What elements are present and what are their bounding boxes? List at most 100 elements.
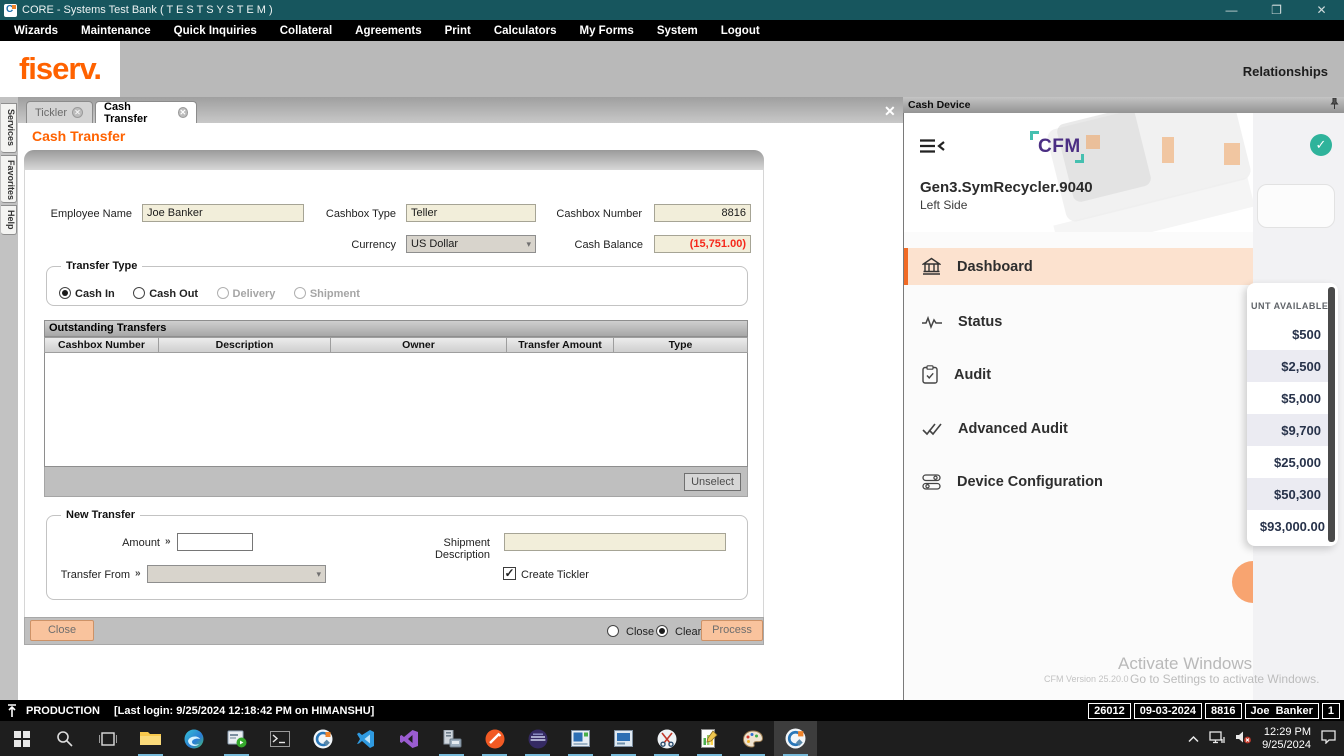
remote-app-icon[interactable] xyxy=(559,721,602,756)
shipment-description-input[interactable] xyxy=(504,533,726,551)
currency-select[interactable]: US Dollar ▾ xyxy=(406,235,536,253)
cashbox-number-field[interactable] xyxy=(654,204,751,222)
create-tickler-checkbox[interactable] xyxy=(503,567,516,580)
activate-windows-watermark-line2: Go to Settings to activate Windows. xyxy=(1130,672,1319,686)
clock-date: 9/25/2024 xyxy=(1262,739,1311,752)
radio-cash-in[interactable] xyxy=(59,287,71,299)
visual-studio-icon[interactable] xyxy=(387,721,430,756)
cashbox-type-label: Cashbox Type xyxy=(320,208,396,220)
oracle-tool-icon[interactable] xyxy=(473,721,516,756)
cash-balance-field[interactable] xyxy=(654,235,751,253)
core-app-active-icon[interactable] xyxy=(774,721,817,756)
tab-cash-transfer[interactable]: Cash Transfer ✕ xyxy=(95,101,197,123)
menu-my-forms[interactable]: My Forms xyxy=(579,25,633,37)
server-manager-icon[interactable] xyxy=(430,721,473,756)
outstanding-transfers-body[interactable] xyxy=(44,353,748,467)
blue-app-icon[interactable] xyxy=(602,721,645,756)
col-transfer-amount[interactable]: Transfer Amount xyxy=(507,337,614,353)
bank-icon xyxy=(922,257,941,276)
radio-close-action-label: Close xyxy=(626,626,654,638)
snipping-tool-icon[interactable] xyxy=(645,721,688,756)
radio-close-action[interactable] xyxy=(607,625,619,637)
menu-collateral[interactable]: Collateral xyxy=(280,25,332,37)
last-login-label: [Last login: 9/25/2024 12:18:42 PM on HI… xyxy=(114,705,374,717)
rail-tab-help[interactable]: Help xyxy=(1,205,17,235)
create-tickler-label: Create Tickler xyxy=(521,569,601,581)
network-icon[interactable] xyxy=(1209,731,1225,747)
device-menu-status[interactable]: Status xyxy=(904,303,1253,340)
edge-icon[interactable] xyxy=(172,721,215,756)
scrollbar-thumb[interactable] xyxy=(1328,287,1335,542)
col-owner[interactable]: Owner xyxy=(331,337,507,353)
vscode-icon[interactable] xyxy=(344,721,387,756)
collapse-menu-icon[interactable] xyxy=(920,138,946,159)
start-button[interactable] xyxy=(0,721,43,756)
close-icon[interactable]: ✕ xyxy=(1299,3,1344,17)
tab-tickler[interactable]: Tickler ✕ xyxy=(26,101,93,123)
menu-bar: Wizards Maintenance Quick Inquiries Coll… xyxy=(0,20,1344,41)
radio-clear-action[interactable] xyxy=(656,625,668,637)
workspace-close-icon[interactable]: ✕ xyxy=(884,103,896,120)
rail-tab-favorites[interactable]: Favorites xyxy=(1,155,17,203)
maximize-icon[interactable]: ❐ xyxy=(1254,3,1299,17)
menu-system[interactable]: System xyxy=(657,25,698,37)
menu-quick-inquiries[interactable]: Quick Inquiries xyxy=(174,25,257,37)
radio-cash-out[interactable] xyxy=(133,287,145,299)
device-menu-audit[interactable]: Audit xyxy=(904,356,1253,393)
device-menu-device-configuration[interactable]: Device Configuration xyxy=(904,463,1253,500)
rail-tab-services[interactable]: Services xyxy=(1,103,17,153)
core-app-icon[interactable] xyxy=(301,721,344,756)
task-view-icon[interactable] xyxy=(86,721,129,756)
cutoff-card xyxy=(1257,184,1335,228)
volume-muted-icon[interactable] xyxy=(1235,730,1252,747)
radio-cash-in-label: Cash In xyxy=(75,288,115,300)
close-button[interactable]: Close xyxy=(30,620,94,641)
log-viewer-icon[interactable] xyxy=(688,721,731,756)
panel-header-bar xyxy=(24,150,764,170)
pin-icon[interactable] xyxy=(1330,98,1339,112)
process-button[interactable]: Process xyxy=(701,620,763,641)
tab-close-icon[interactable]: ✕ xyxy=(72,107,83,118)
terminal-icon[interactable] xyxy=(258,721,301,756)
employee-name-field[interactable] xyxy=(142,204,304,222)
minimize-icon[interactable]: — xyxy=(1209,3,1254,17)
employee-name-label: Employee Name xyxy=(40,208,132,220)
taskbar: 12:29 PM 9/25/2024 xyxy=(0,721,1344,756)
menu-logout[interactable]: Logout xyxy=(721,25,760,37)
radio-clear-action-label: Clear xyxy=(675,626,701,638)
menu-calculators[interactable]: Calculators xyxy=(494,25,557,37)
sql-management-icon[interactable] xyxy=(215,721,258,756)
tab-close-icon[interactable]: ✕ xyxy=(178,107,188,118)
col-description[interactable]: Description xyxy=(159,337,331,353)
transfer-from-select[interactable]: ▾ xyxy=(147,565,326,583)
status-bar: PRODUCTION [Last login: 9/25/2024 12:18:… xyxy=(0,700,1344,721)
eclipse-icon[interactable] xyxy=(516,721,559,756)
device-menu-dashboard[interactable]: Dashboard xyxy=(904,248,1253,285)
paint-icon[interactable] xyxy=(731,721,774,756)
col-type[interactable]: Type xyxy=(614,337,748,353)
outstanding-transfers-footer xyxy=(44,467,748,497)
menu-maintenance[interactable]: Maintenance xyxy=(81,25,151,37)
amount-row: $5,000 xyxy=(1247,382,1331,414)
sliders-icon xyxy=(922,474,941,490)
col-cashbox-number[interactable]: Cashbox Number xyxy=(44,337,159,353)
cashbox-type-field[interactable] xyxy=(406,204,536,222)
taskbar-clock[interactable]: 12:29 PM 9/25/2024 xyxy=(1262,726,1311,752)
tray-chevron-up-icon[interactable] xyxy=(1188,732,1199,746)
relationships-link[interactable]: Relationships xyxy=(1243,64,1328,79)
menu-print[interactable]: Print xyxy=(445,25,471,37)
menu-agreements[interactable]: Agreements xyxy=(355,25,421,37)
status-cell-branch: 26012 xyxy=(1088,703,1131,719)
search-icon[interactable] xyxy=(43,721,86,756)
amount-input[interactable] xyxy=(177,533,253,551)
status-cell-station: 1 xyxy=(1322,703,1340,719)
action-center-icon[interactable] xyxy=(1321,730,1336,747)
unselect-button[interactable]: Unselect xyxy=(684,473,741,491)
device-menu-advanced-audit[interactable]: Advanced Audit xyxy=(904,410,1253,447)
chevron-down-icon: ▾ xyxy=(526,239,531,250)
file-explorer-icon[interactable] xyxy=(129,721,172,756)
outstanding-transfers-title: Outstanding Transfers xyxy=(44,320,748,337)
window-title: CORE - Systems Test Bank ( T E S T S Y S… xyxy=(22,4,273,16)
menu-wizards[interactable]: Wizards xyxy=(14,25,58,37)
amount-available-header: UNT AVAILABLE xyxy=(1251,301,1329,311)
